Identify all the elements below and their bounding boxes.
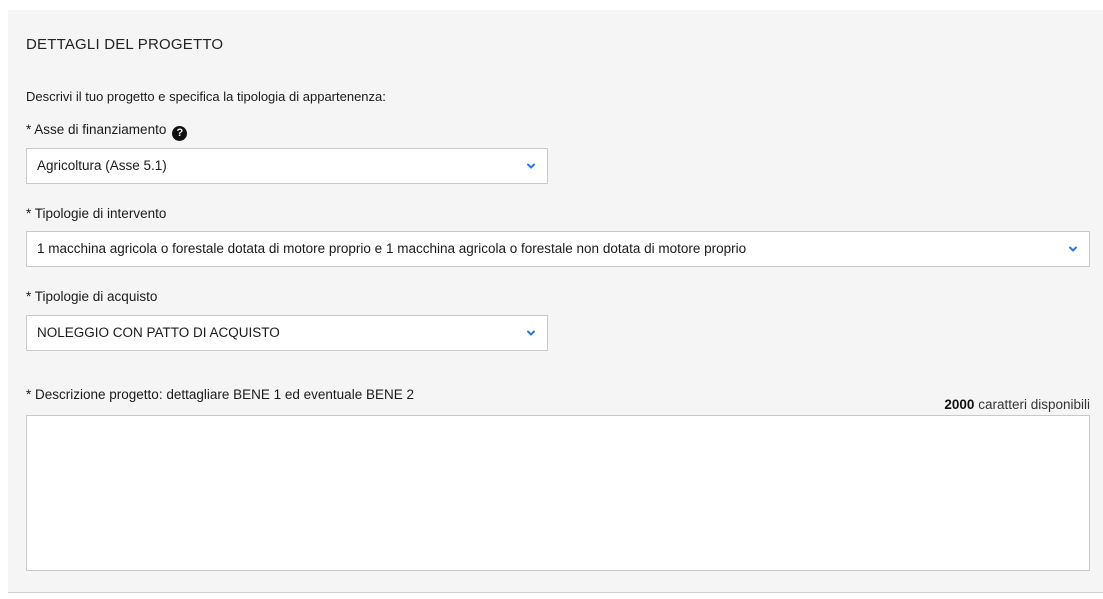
tipologie-acquisto-value: NOLEGGIO CON PATTO DI ACQUISTO	[37, 325, 280, 340]
tipologie-acquisto-label: * Tipologie di acquisto	[26, 289, 158, 304]
intro-text: Descrivi il tuo progetto e specifica la …	[26, 89, 386, 104]
chevron-down-icon	[527, 163, 535, 169]
question-circle-icon[interactable]: ?	[172, 126, 188, 141]
descrizione-textarea[interactable]	[26, 415, 1090, 571]
section-title: DETTAGLI DEL PROGETTO	[26, 36, 224, 53]
chars-suffix: caratteri disponibili	[974, 397, 1090, 412]
chars-counter: 2000 caratteri disponibili	[944, 397, 1090, 412]
asse-label-text: * Asse di finanziamento	[26, 122, 167, 137]
asse-select[interactable]: Agricoltura (Asse 5.1)	[26, 148, 548, 184]
descrizione-label: * Descrizione progetto: dettagliare BENE…	[26, 387, 414, 402]
project-details-panel: DETTAGLI DEL PROGETTO Descrivi il tuo pr…	[8, 10, 1103, 593]
tipologie-acquisto-select[interactable]: NOLEGGIO CON PATTO DI ACQUISTO	[26, 315, 548, 351]
tipologie-intervento-label: * Tipologie di intervento	[26, 206, 167, 221]
tipologie-intervento-select[interactable]: 1 macchina agricola o forestale dotata d…	[26, 231, 1090, 267]
chevron-down-icon	[1069, 246, 1077, 252]
asse-label: * Asse di finanziamento?	[26, 122, 188, 141]
tipologie-intervento-value: 1 macchina agricola o forestale dotata d…	[37, 241, 747, 256]
asse-select-value: Agricoltura (Asse 5.1)	[37, 158, 167, 173]
chevron-down-icon	[527, 330, 535, 336]
chars-count: 2000	[944, 397, 975, 412]
